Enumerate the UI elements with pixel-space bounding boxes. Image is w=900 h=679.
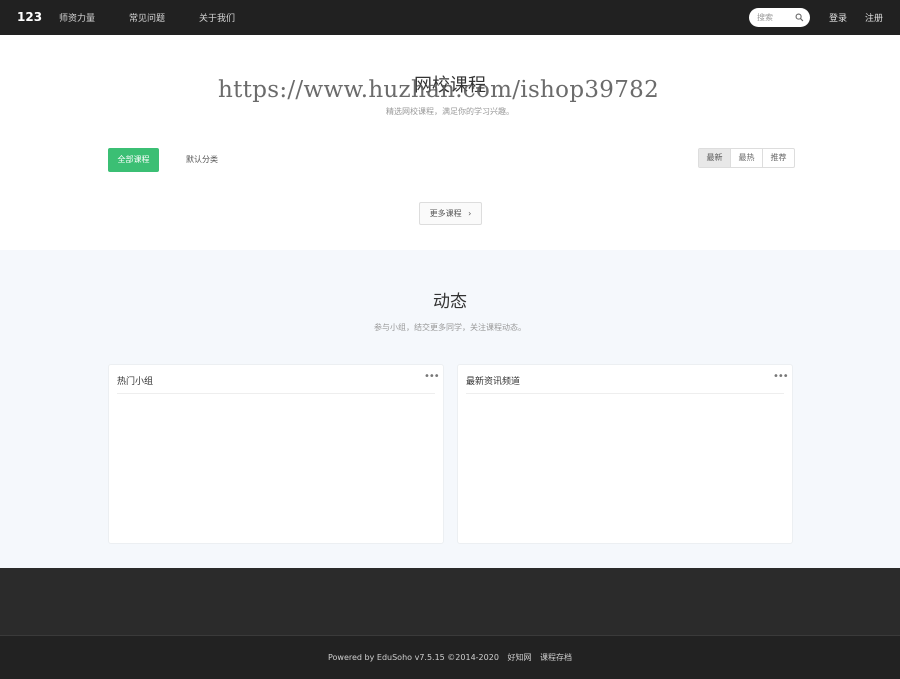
login-link[interactable]: 登录 bbox=[829, 11, 847, 24]
latest-news-panel: 最新资讯频道 ••• bbox=[457, 364, 793, 544]
dynamics-section: 动态 参与小组，结交更多同学，关注课程动态。 热门小组 ••• 最新资讯频道 •… bbox=[0, 250, 900, 568]
divider bbox=[117, 393, 435, 394]
more-icon[interactable]: ••• bbox=[424, 371, 440, 382]
category-all-courses[interactable]: 全部课程 bbox=[108, 148, 159, 172]
divider bbox=[466, 393, 784, 394]
sort-recommended-button[interactable]: 推荐 bbox=[763, 149, 794, 167]
footer-link-haozhi[interactable]: 好知网 bbox=[507, 653, 531, 662]
register-link[interactable]: 注册 bbox=[865, 11, 883, 24]
footer-link-archive[interactable]: 课程存档 bbox=[540, 653, 572, 662]
site-logo[interactable]: 123 bbox=[17, 10, 42, 24]
more-icon[interactable]: ••• bbox=[773, 371, 789, 382]
more-courses-button[interactable]: 更多课程 › bbox=[419, 202, 482, 225]
courses-section: 网校课程 https://www.huzhan.com/ishop39782 精… bbox=[0, 35, 900, 250]
footer: Powered by EduSoho v7.5.15 ©2014-2020 好知… bbox=[0, 635, 900, 679]
powered-by-text: Powered by EduSoho v7.5.15 ©2014-2020 bbox=[327, 653, 499, 662]
panel-title: 热门小组 bbox=[117, 377, 154, 387]
dynamics-subtitle: 参与小组，结交更多同学，关注课程动态。 bbox=[374, 323, 526, 332]
courses-subtitle: 精选网校课程，满足你的学习兴趣。 bbox=[386, 107, 514, 116]
search-input[interactable]: 搜索 bbox=[749, 8, 810, 27]
sort-button-group: 最新 最热 推荐 bbox=[698, 148, 795, 168]
more-courses-label: 更多课程 bbox=[429, 209, 462, 218]
footer-top bbox=[0, 568, 900, 635]
watermark-url: https://www.huzhan.com/ishop39782 bbox=[218, 77, 660, 103]
dynamics-title: 动态 bbox=[433, 292, 467, 312]
search-placeholder: 搜索 bbox=[757, 13, 773, 22]
nav-link-teachers[interactable]: 师资力量 bbox=[59, 11, 95, 24]
hot-groups-panel: 热门小组 ••• bbox=[108, 364, 444, 544]
panel-title: 最新资讯频道 bbox=[466, 377, 521, 387]
nav-link-about[interactable]: 关于我们 bbox=[199, 11, 235, 24]
nav-link-faq[interactable]: 常见问题 bbox=[129, 11, 165, 24]
category-default[interactable]: 默认分类 bbox=[186, 154, 218, 165]
footer-text: Powered by EduSoho v7.5.15 ©2014-2020 好知… bbox=[0, 652, 900, 663]
top-navbar: 123 师资力量 常见问题 关于我们 搜索 登录 注册 bbox=[0, 0, 900, 35]
search-icon[interactable] bbox=[795, 13, 804, 22]
chevron-right-icon: › bbox=[468, 209, 472, 218]
sort-hottest-button[interactable]: 最热 bbox=[731, 149, 763, 167]
sort-newest-button[interactable]: 最新 bbox=[699, 149, 731, 167]
